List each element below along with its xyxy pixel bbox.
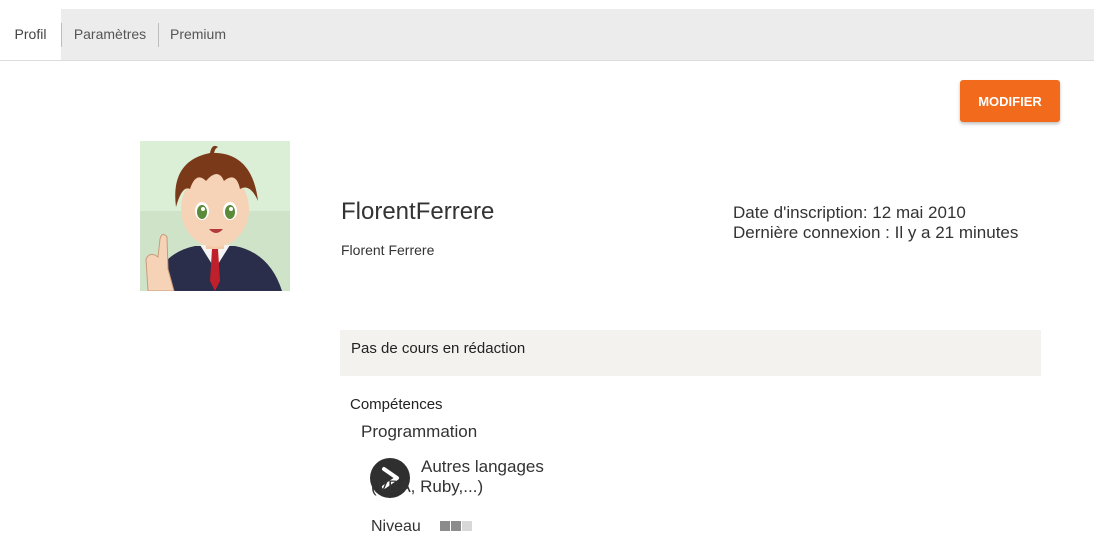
- full-name: Florent Ferrere: [341, 242, 435, 258]
- skill-level-indicator: [440, 521, 473, 531]
- drafts-panel: Pas de cours en rédaction: [340, 330, 1041, 376]
- profile-meta: Date d'inscription: 12 mai 2010 Dernière…: [733, 203, 1018, 243]
- tab-profil[interactable]: Profil: [0, 9, 61, 60]
- skill-name[interactable]: Autres langages (VBA, Ruby,...): [371, 457, 561, 497]
- last-login: Dernière connexion : Il y a 21 minutes: [733, 223, 1019, 242]
- level-square: [462, 521, 472, 531]
- avatar: [140, 141, 290, 292]
- modify-button[interactable]: MODIFIER: [960, 80, 1060, 122]
- tab-premium[interactable]: Premium: [159, 9, 237, 60]
- level-square: [451, 521, 461, 531]
- tab-parametres[interactable]: Paramètres: [62, 9, 158, 60]
- drafts-text: Pas de cours en rédaction: [351, 340, 526, 357]
- tab-bar: Profil Paramètres Premium: [0, 9, 1094, 61]
- skills-title: Compétences: [350, 396, 443, 413]
- skill-category: Programmation: [361, 422, 478, 441]
- username: FlorentFerrere: [341, 198, 495, 225]
- registration-date: Date d'inscription: 12 mai 2010: [733, 203, 966, 222]
- skill-level-label: Niveau: [371, 518, 421, 535]
- level-square: [440, 521, 450, 531]
